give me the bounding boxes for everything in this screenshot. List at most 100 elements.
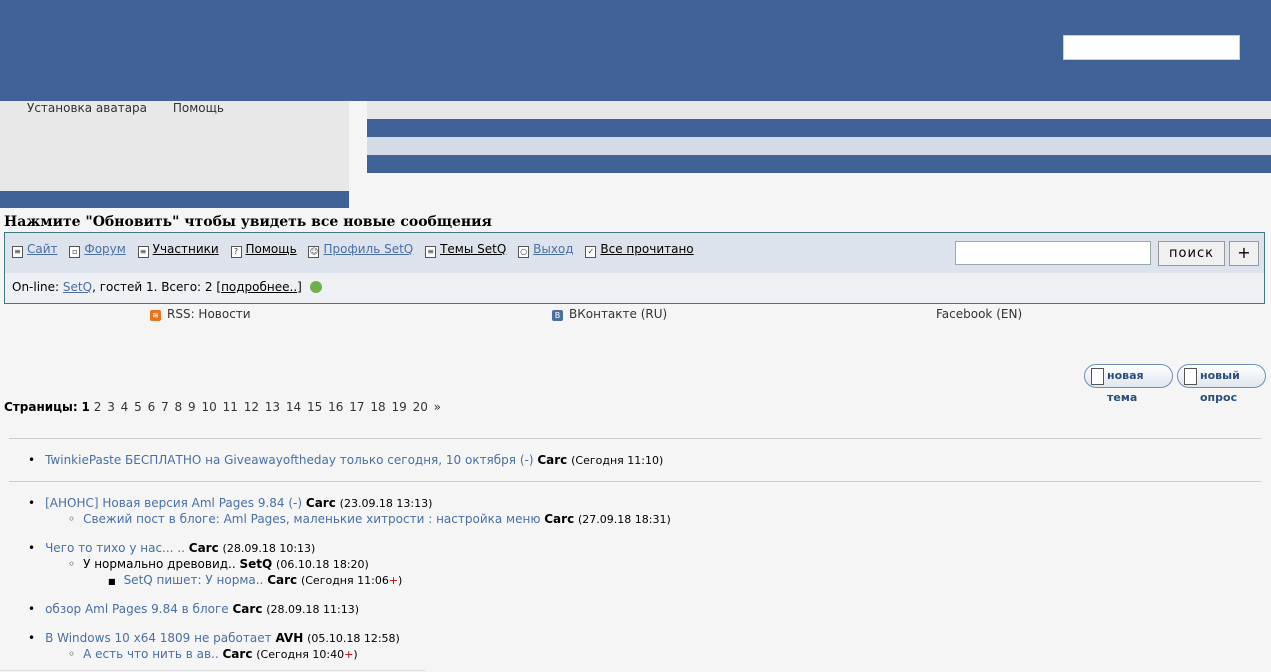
page-link[interactable]: 13 — [265, 400, 280, 414]
nav-label[interactable]: Форум — [84, 242, 125, 256]
list-item: • [АНОНС] Новая версия Aml Pages 9.84 (-)… — [28, 496, 432, 510]
new-poll-label: новый опрос — [1200, 369, 1240, 404]
online-status: On-line: SetQ, гостей 1. Всего: 2 [подро… — [12, 280, 322, 294]
page-next-link[interactable]: » — [434, 400, 441, 414]
page-link[interactable]: 18 — [370, 400, 385, 414]
vk-label: ВКонтакте (RU) — [569, 307, 668, 321]
topic-author: SetQ — [239, 557, 273, 571]
nav-label[interactable]: Участники — [153, 242, 219, 256]
help-icon: ? — [230, 246, 242, 258]
nav-item-site[interactable]: ≡ Сайт — [12, 242, 58, 258]
nav-item-help[interactable]: ? Помощь — [230, 242, 297, 258]
page-link[interactable]: 9 — [188, 400, 196, 414]
nav-label[interactable]: Все прочитано — [600, 242, 693, 256]
page-link[interactable]: 8 — [175, 400, 183, 414]
divider — [9, 481, 1261, 482]
vk-link[interactable]: B ВКонтакте (RU) — [552, 307, 667, 321]
topic-date: (28.09.18 10:13) — [222, 542, 316, 555]
header-banner — [0, 0, 1271, 101]
topic-link[interactable]: Чего то тихо у нас... .. — [45, 541, 185, 555]
page-link[interactable]: 10 — [201, 400, 216, 414]
online-more-link[interactable]: подробнее.. — [221, 280, 297, 294]
topic-link[interactable]: [АНОНС] Новая версия Aml Pages 9.84 (-) — [45, 496, 302, 510]
topic-date: (Сегодня 11:06 — [300, 574, 389, 587]
add-button[interactable]: + — [1229, 241, 1259, 266]
divider — [9, 438, 1261, 439]
nav-links: ≡ Сайт ▫ Форум ≡ Участники ? Помощь ☺ Профиль… — [12, 242, 702, 258]
facebook-link[interactable]: Facebook (EN) — [936, 307, 1022, 321]
checkbox-icon: ✓ — [585, 246, 597, 258]
new-topic-button[interactable]: новая тема — [1084, 364, 1173, 404]
topic-date: (06.10.18 18:20) — [276, 558, 369, 571]
topic-author: Carc — [232, 602, 263, 616]
page-link[interactable]: 7 — [161, 400, 169, 414]
page-link[interactable]: 5 — [134, 400, 142, 414]
page-link[interactable]: 14 — [286, 400, 301, 414]
square-bullet-icon: ■ — [108, 577, 116, 586]
topic-link[interactable]: обзор Aml Pages 9.84 в блоге — [45, 602, 229, 616]
bullet-icon: • — [28, 602, 36, 616]
bullet-icon: • — [28, 496, 36, 510]
page-link[interactable]: 20 — [413, 400, 428, 414]
topic-author: Carc — [305, 496, 336, 510]
page-link[interactable]: 19 — [391, 400, 406, 414]
nav-box: ≡ Сайт ▫ Форум ≡ Участники ? Помощь ☺ Профиль… — [4, 232, 1265, 304]
page-link[interactable]: 11 — [223, 400, 238, 414]
new-topic-icon — [1091, 368, 1104, 385]
list-item: • Чего то тихо у нас... .. Carc (28.09.18… — [28, 541, 315, 555]
page-link[interactable]: 4 — [121, 400, 129, 414]
nav-item-profile[interactable]: ☺ Профиль SetQ — [308, 242, 413, 258]
topic-link[interactable]: TwinkiePaste БЕСПЛАТНО на Giveawayofthed… — [45, 453, 533, 467]
user-panel-links: Установка аватара Помощь — [27, 101, 246, 115]
page-link[interactable]: 6 — [148, 400, 156, 414]
refresh-notice: Нажмите "Обновить" чтобы увидеть все нов… — [4, 214, 492, 230]
page-link[interactable]: 2 — [94, 400, 102, 414]
search-button[interactable]: поиск — [1158, 241, 1225, 266]
page-link[interactable]: 16 — [328, 400, 343, 414]
date-close: ) — [353, 648, 358, 661]
topic-date: (Сегодня 11:10) — [571, 454, 664, 467]
nav-item-forum[interactable]: ▫ Форум — [69, 242, 126, 258]
topic-link[interactable]: У нормально древовид.. — [83, 557, 236, 571]
search-input[interactable] — [955, 241, 1151, 265]
new-marker: + — [344, 648, 354, 661]
bullet-icon: • — [28, 631, 36, 645]
stripe-light-1 — [367, 101, 1271, 119]
rss-link[interactable]: ≋ RSS: Новости — [150, 307, 251, 321]
site-icon: ≡ — [12, 246, 23, 258]
page-link[interactable]: 15 — [307, 400, 322, 414]
nav-label[interactable]: Сайт — [27, 242, 58, 256]
clover-icon — [309, 281, 322, 293]
nav-item-logout[interactable]: ○ Выход — [518, 242, 574, 258]
online-close: ] — [297, 280, 302, 294]
help-link[interactable]: Помощь — [173, 101, 224, 115]
new-poll-button[interactable]: новый опрос — [1177, 364, 1266, 404]
header-search-input[interactable] — [1063, 35, 1240, 60]
page-current: 1 — [81, 400, 90, 414]
topic-link[interactable]: SetQ пишет: У норма.. — [124, 573, 264, 587]
bottom-divider — [0, 670, 425, 671]
forum-icon: ▫ — [69, 246, 81, 258]
online-user-link[interactable]: SetQ — [63, 280, 92, 294]
nav-item-members[interactable]: ≡ Участники — [137, 242, 219, 258]
new-poll-icon — [1184, 368, 1197, 385]
pagination: Страницы: 1 2 3 4 5 6 7 8 9 10 11 12 13 … — [4, 400, 443, 414]
nav-label[interactable]: Помощь — [246, 242, 297, 256]
nav-label[interactable]: Профиль SetQ — [323, 242, 413, 256]
pagination-label: Страницы: — [4, 400, 78, 414]
nav-label[interactable]: Темы SetQ — [440, 242, 506, 256]
circle-bullet-icon: ◦ — [68, 512, 76, 526]
bullet-icon: • — [28, 541, 36, 555]
topic-link[interactable]: В Windows 10 x64 1809 не работает — [45, 631, 272, 645]
nav-item-topics[interactable]: ≡ Темы SetQ — [425, 242, 506, 258]
nav-row: ≡ Сайт ▫ Форум ≡ Участники ? Помощь ☺ Профиль… — [5, 233, 1264, 273]
page-link[interactable]: 12 — [244, 400, 259, 414]
nav-label[interactable]: Выход — [533, 242, 573, 256]
stripe-blue-1 — [367, 119, 1271, 137]
avatar-setup-link[interactable]: Установка аватара — [27, 101, 147, 115]
topic-link[interactable]: Свежий пост в блоге: Aml Pages, маленьки… — [83, 512, 540, 526]
topic-link[interactable]: А есть что нить в ав.. — [83, 647, 219, 661]
page-link[interactable]: 3 — [107, 400, 115, 414]
nav-item-mark-read[interactable]: ✓ Все прочитано — [585, 242, 694, 258]
page-link[interactable]: 17 — [349, 400, 364, 414]
